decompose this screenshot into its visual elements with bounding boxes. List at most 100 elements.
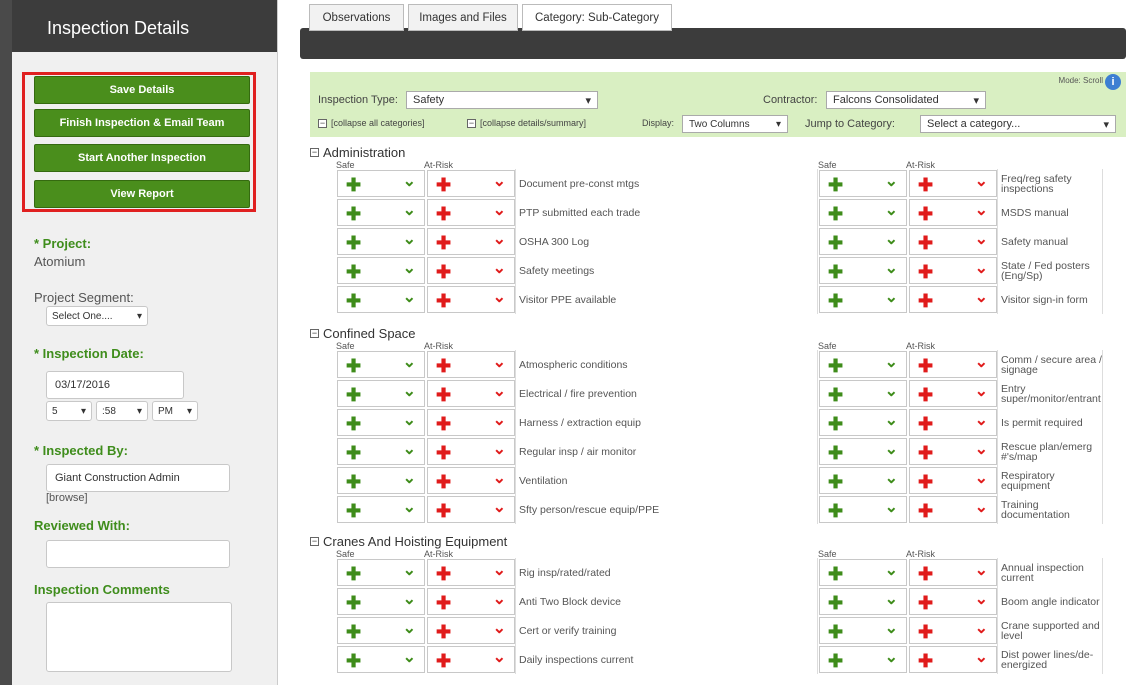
item-safe-box[interactable]: ✚ ⌄ bbox=[819, 286, 907, 313]
chevron-check-icon[interactable]: ⌄ bbox=[885, 200, 898, 220]
chevron-check-icon[interactable]: ⌄ bbox=[885, 468, 898, 488]
reviewed-with-input[interactable] bbox=[46, 540, 230, 568]
chevron-check-icon[interactable]: ⌄ bbox=[975, 200, 988, 220]
chevron-check-icon[interactable]: ⌄ bbox=[975, 287, 988, 307]
plus-icon[interactable]: ✚ bbox=[918, 622, 933, 643]
minus-icon[interactable]: − bbox=[310, 147, 319, 157]
plus-icon[interactable]: ✚ bbox=[828, 175, 843, 196]
chevron-check-icon[interactable]: ⌄ bbox=[885, 560, 898, 580]
chevron-check-icon[interactable]: ⌄ bbox=[885, 381, 898, 401]
item-at-risk-box[interactable]: ✚ ⌄ bbox=[909, 351, 997, 378]
hour-select[interactable]: 5 ▾ bbox=[46, 401, 92, 421]
chevron-check-icon[interactable]: ⌄ bbox=[885, 410, 898, 430]
tab-images-files[interactable]: Images and Files bbox=[408, 4, 518, 31]
category-header[interactable]: − Administration bbox=[310, 144, 405, 160]
chevron-check-icon[interactable]: ⌄ bbox=[885, 647, 898, 667]
inspection-type-select[interactable]: Safety ▾ bbox=[406, 91, 598, 109]
chevron-check-icon[interactable]: ⌄ bbox=[885, 287, 898, 307]
item-safe-box[interactable]: ✚ ⌄ bbox=[819, 199, 907, 226]
chevron-check-icon[interactable]: ⌄ bbox=[975, 560, 988, 580]
minute-select[interactable]: :58 ▾ bbox=[96, 401, 148, 421]
plus-icon[interactable]: ✚ bbox=[828, 356, 843, 377]
chevron-check-icon[interactable]: ⌄ bbox=[975, 589, 988, 609]
jump-to-category-select[interactable]: Select a category... ▾ bbox=[920, 115, 1116, 133]
view-report-button[interactable]: View Report bbox=[34, 180, 250, 208]
chevron-check-icon[interactable]: ⌄ bbox=[975, 497, 988, 517]
finish-inspection-button[interactable]: Finish Inspection & Email Team bbox=[34, 109, 250, 137]
minus-icon[interactable]: − bbox=[310, 536, 319, 546]
collapse-all-link[interactable]: − [collapse all categories] bbox=[318, 118, 425, 129]
item-safe-box[interactable]: ✚ ⌄ bbox=[819, 438, 907, 465]
save-details-button[interactable]: Save Details bbox=[34, 76, 250, 104]
inspection-comments-textarea[interactable] bbox=[46, 602, 232, 672]
chevron-check-icon[interactable]: ⌄ bbox=[885, 618, 898, 638]
info-icon[interactable]: i bbox=[1105, 74, 1121, 90]
chevron-check-icon[interactable]: ⌄ bbox=[975, 258, 988, 278]
item-safe-box[interactable]: ✚ ⌄ bbox=[819, 228, 907, 255]
chevron-check-icon[interactable]: ⌄ bbox=[885, 439, 898, 459]
plus-icon[interactable]: ✚ bbox=[918, 564, 933, 585]
chevron-check-icon[interactable]: ⌄ bbox=[975, 229, 988, 249]
inspected-by-input[interactable]: Giant Construction Admin bbox=[46, 464, 230, 492]
browse-link[interactable]: [browse] bbox=[46, 492, 88, 504]
chevron-check-icon[interactable]: ⌄ bbox=[975, 352, 988, 372]
plus-icon[interactable]: ✚ bbox=[828, 564, 843, 585]
plus-icon[interactable]: ✚ bbox=[918, 651, 933, 672]
plus-icon[interactable]: ✚ bbox=[918, 385, 933, 406]
chevron-check-icon[interactable]: ⌄ bbox=[885, 258, 898, 278]
chevron-check-icon[interactable]: ⌄ bbox=[975, 410, 988, 430]
item-at-risk-box[interactable]: ✚ ⌄ bbox=[909, 228, 997, 255]
chevron-check-icon[interactable]: ⌄ bbox=[885, 589, 898, 609]
item-at-risk-box[interactable]: ✚ ⌄ bbox=[909, 617, 997, 644]
chevron-check-icon[interactable]: ⌄ bbox=[975, 618, 988, 638]
plus-icon[interactable]: ✚ bbox=[828, 204, 843, 225]
plus-icon[interactable]: ✚ bbox=[828, 651, 843, 672]
item-safe-box[interactable]: ✚ ⌄ bbox=[819, 170, 907, 197]
chevron-check-icon[interactable]: ⌄ bbox=[885, 229, 898, 249]
item-at-risk-box[interactable]: ✚ ⌄ bbox=[909, 588, 997, 615]
item-safe-box[interactable]: ✚ ⌄ bbox=[819, 588, 907, 615]
display-select[interactable]: Two Columns ▾ bbox=[682, 115, 788, 133]
project-segment-select[interactable]: Select One.... ▾ bbox=[46, 306, 148, 326]
item-at-risk-box[interactable]: ✚ ⌄ bbox=[909, 559, 997, 586]
plus-icon[interactable]: ✚ bbox=[828, 593, 843, 614]
collapse-details-link[interactable]: − [collapse details/summary] bbox=[467, 118, 586, 129]
chevron-check-icon[interactable]: ⌄ bbox=[975, 381, 988, 401]
contractor-select[interactable]: Falcons Consolidated ▾ bbox=[826, 91, 986, 109]
plus-icon[interactable]: ✚ bbox=[828, 472, 843, 493]
plus-icon[interactable]: ✚ bbox=[918, 414, 933, 435]
item-safe-box[interactable]: ✚ ⌄ bbox=[819, 409, 907, 436]
plus-icon[interactable]: ✚ bbox=[918, 262, 933, 283]
chevron-check-icon[interactable]: ⌄ bbox=[885, 171, 898, 191]
item-at-risk-box[interactable]: ✚ ⌄ bbox=[909, 409, 997, 436]
plus-icon[interactable]: ✚ bbox=[918, 175, 933, 196]
plus-icon[interactable]: ✚ bbox=[828, 622, 843, 643]
plus-icon[interactable]: ✚ bbox=[828, 262, 843, 283]
inspection-date-input[interactable]: 03/17/2016 bbox=[46, 371, 184, 399]
category-header[interactable]: − Confined Space bbox=[310, 325, 416, 341]
plus-icon[interactable]: ✚ bbox=[918, 501, 933, 522]
plus-icon[interactable]: ✚ bbox=[828, 443, 843, 464]
plus-icon[interactable]: ✚ bbox=[828, 501, 843, 522]
item-at-risk-box[interactable]: ✚ ⌄ bbox=[909, 646, 997, 673]
item-safe-box[interactable]: ✚ ⌄ bbox=[819, 380, 907, 407]
item-safe-box[interactable]: ✚ ⌄ bbox=[819, 617, 907, 644]
ampm-select[interactable]: PM ▾ bbox=[152, 401, 198, 421]
item-at-risk-box[interactable]: ✚ ⌄ bbox=[909, 380, 997, 407]
item-at-risk-box[interactable]: ✚ ⌄ bbox=[909, 170, 997, 197]
chevron-check-icon[interactable]: ⌄ bbox=[975, 439, 988, 459]
plus-icon[interactable]: ✚ bbox=[918, 204, 933, 225]
plus-icon[interactable]: ✚ bbox=[918, 356, 933, 377]
plus-icon[interactable]: ✚ bbox=[828, 291, 843, 312]
start-another-inspection-button[interactable]: Start Another Inspection bbox=[34, 144, 250, 172]
item-at-risk-box[interactable]: ✚ ⌄ bbox=[909, 438, 997, 465]
plus-icon[interactable]: ✚ bbox=[918, 443, 933, 464]
plus-icon[interactable]: ✚ bbox=[918, 472, 933, 493]
plus-icon[interactable]: ✚ bbox=[918, 593, 933, 614]
item-at-risk-box[interactable]: ✚ ⌄ bbox=[909, 286, 997, 313]
plus-icon[interactable]: ✚ bbox=[828, 414, 843, 435]
item-safe-box[interactable]: ✚ ⌄ bbox=[819, 257, 907, 284]
item-safe-box[interactable]: ✚ ⌄ bbox=[819, 646, 907, 673]
chevron-check-icon[interactable]: ⌄ bbox=[975, 647, 988, 667]
plus-icon[interactable]: ✚ bbox=[918, 233, 933, 254]
